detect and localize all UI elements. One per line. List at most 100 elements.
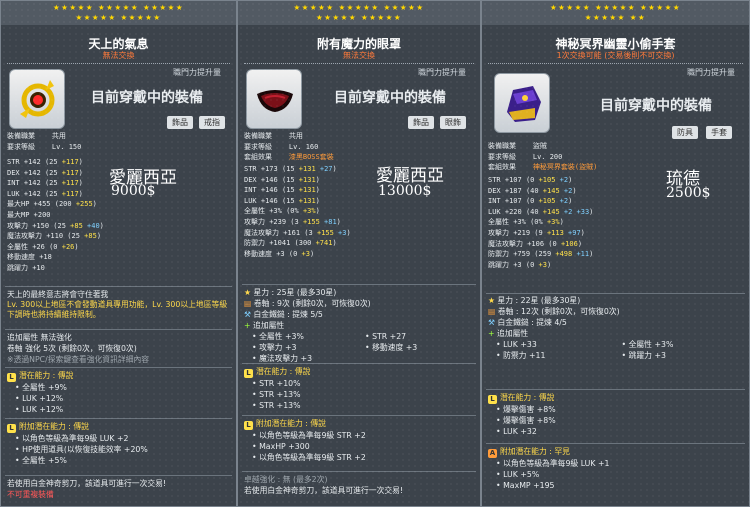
stat-value: +161: [283, 228, 305, 237]
stat-label: LUK: [244, 196, 261, 205]
stat-bonus: +3%: [546, 218, 560, 227]
stat-label: 防禦力: [488, 250, 514, 259]
stat-label: 移動速度: [7, 253, 40, 262]
stat-bonus: +85: [70, 221, 83, 230]
divider: [486, 443, 745, 444]
stat-detail: (40: [525, 207, 543, 216]
growth-label: 職門力提升量: [418, 68, 466, 77]
handwritten-price: 9000$: [111, 183, 156, 199]
legendary-badge-icon: L: [7, 424, 16, 433]
stat-label: 跳躍力: [7, 263, 33, 272]
stat-row: 跳躍力 +3 (0 +3): [488, 260, 552, 269]
stat-row: LUK +146 (15 +131): [244, 196, 320, 205]
stat-bonus-extra: +2: [559, 186, 573, 195]
stat-value: +146: [260, 175, 282, 184]
stat-label: 魔法攻擊力: [244, 228, 284, 237]
stat-label: INT: [7, 179, 24, 188]
stat-bonus: +255: [75, 200, 93, 209]
star-icon: ★: [244, 288, 251, 297]
stat-bonus: +113: [546, 228, 564, 237]
stat-label: 移動速度: [244, 249, 277, 258]
stat-value: +219: [513, 228, 535, 237]
growth-label: 職門力提升量: [687, 68, 735, 77]
stat-row: 移動速度 +3 (0 +3): [244, 249, 315, 258]
stat-detail: (25: [44, 189, 62, 198]
stat-bonus: +131: [298, 196, 316, 205]
stat-value: +142: [23, 168, 45, 177]
divider: [5, 367, 232, 368]
stat-row: 防禦力 +1041 (300 +741): [244, 239, 337, 248]
ring-icon: [20, 80, 55, 118]
divider: [488, 63, 743, 64]
stat-value: +1041: [269, 239, 295, 248]
requirements: 裝備職業 盜賊 要求等級 Lv. 200 套組效果 神秘冥界套裝(盜賊): [488, 142, 598, 172]
potential-section: L 潛在能力 : 傳說 • 全屬性 +9% • LUK +12% • LUK +1…: [7, 370, 230, 415]
additional-potential-section: L 附加潛在能力 : 傳說 • 以角色等級為準每9級 STR +2 • MaxHP…: [244, 418, 474, 463]
tag-subcategory: 手套: [706, 126, 732, 139]
divider: [7, 63, 230, 64]
divider: [5, 418, 232, 419]
enhance-info: ★ 星力 : 25星 (最多30星) ▤ 卷軸 : 9次 (剩餘0次，可恢復0次…: [244, 288, 418, 363]
stat-detail: (200: [54, 200, 76, 209]
item-icon: [494, 73, 550, 133]
divider: [244, 63, 474, 64]
stat-detail: (9: [534, 228, 547, 237]
stat-bonus: +741: [315, 239, 333, 248]
starforce-stars: ★★★★★ ★★★★★ ★★★★★ ★★★★★ ★★: [549, 3, 682, 22]
equipped-label: 目前穿戴中的裝備: [91, 90, 203, 106]
legendary-badge-icon: L: [244, 369, 253, 378]
stat-value: +220: [504, 207, 526, 216]
item-description: 天上的最終意志將會守住著我 Lv. 300以上地區不會發動道具專用功能，Lv. …: [7, 290, 228, 319]
stat-value: +173: [260, 165, 282, 173]
stat-bonus: +3: [301, 249, 310, 258]
stat-bonus: +106: [560, 239, 578, 248]
stat-detail: (40: [525, 186, 543, 195]
additional-potential-section: A 附加潛在能力 : 罕見 • 以角色等級為準每9級 LUK +1 • LUK +…: [488, 447, 610, 490]
stat-bonus: +117: [61, 179, 79, 188]
stat-bonus-extra: +11: [572, 250, 590, 259]
stat-detail: (25: [53, 221, 71, 230]
stat-label: 防禦力: [244, 239, 270, 248]
divider: [5, 475, 232, 476]
stat-detail: (0%: [286, 207, 303, 216]
potential-section: L 潛在能力 : 傳說 • 爆擊傷害 +8% • 爆擊傷害 +8% • LUK +…: [488, 392, 743, 437]
stat-list: STR +142 (25 +117) DEX +142 (25 +117) INT …: [7, 157, 104, 274]
tag-subcategory: 眼飾: [440, 116, 466, 129]
stat-bonus: +85: [84, 232, 97, 241]
stat-row: 魔法攻擊力 +161 (3 +155 +3): [244, 228, 351, 237]
stat-label: 全屬性: [488, 218, 514, 227]
stat-row: 防禦力 +759 (259 +498 +11): [488, 250, 594, 259]
stat-value: +3: [276, 249, 289, 258]
footer: 若使用白金神奇剪刀，該道具可進行一次交易! 不可重複裝備: [7, 479, 167, 499]
stat-value: +239: [269, 217, 291, 226]
stat-value: +187: [504, 186, 526, 195]
stat-bonus-extra: +2: [555, 176, 569, 184]
stat-bonus: +3: [538, 260, 547, 269]
stat-row: STR +173 (15 +131 +27): [244, 165, 337, 173]
item-icon: [9, 69, 65, 129]
divider: [5, 286, 232, 287]
stat-label: STR: [488, 176, 505, 184]
plus-icon: +: [488, 329, 495, 338]
requirements: 裝備職業 共用 要求等級 Lv. 150: [7, 132, 82, 151]
stat-row: 最大MP +200: [7, 210, 104, 221]
stat-row: 魔法攻擊力 +110 (25 +85): [7, 232, 102, 241]
stat-list: STR +173 (15 +131 +27) DEX +146 (15 +131)…: [244, 164, 351, 259]
glove-icon: [507, 86, 541, 122]
stat-row: 全屬性 +26 (0 +26): [7, 242, 79, 251]
stat-value: +142: [23, 179, 45, 188]
stat-value: +146: [260, 196, 282, 205]
stat-detail: (0%: [530, 218, 547, 227]
stat-bonus: +117: [61, 189, 79, 198]
stat-value: +107: [504, 176, 526, 184]
growth-label: 職門力提升量: [173, 68, 221, 77]
stat-row: LUK +142 (25 +117): [7, 189, 83, 198]
stat-detail: (15: [281, 186, 299, 195]
stat-detail: (25: [44, 158, 62, 166]
stat-row: STR +107 (0 +105 +2): [488, 176, 573, 184]
stat-value: +142: [23, 189, 45, 198]
stat-label: 魔法攻擊力: [488, 239, 528, 248]
divider: [242, 284, 476, 285]
item-subtitle: 1次交換可能 (交易後則不可交換): [556, 51, 675, 60]
stat-bonus: +131: [298, 186, 316, 195]
